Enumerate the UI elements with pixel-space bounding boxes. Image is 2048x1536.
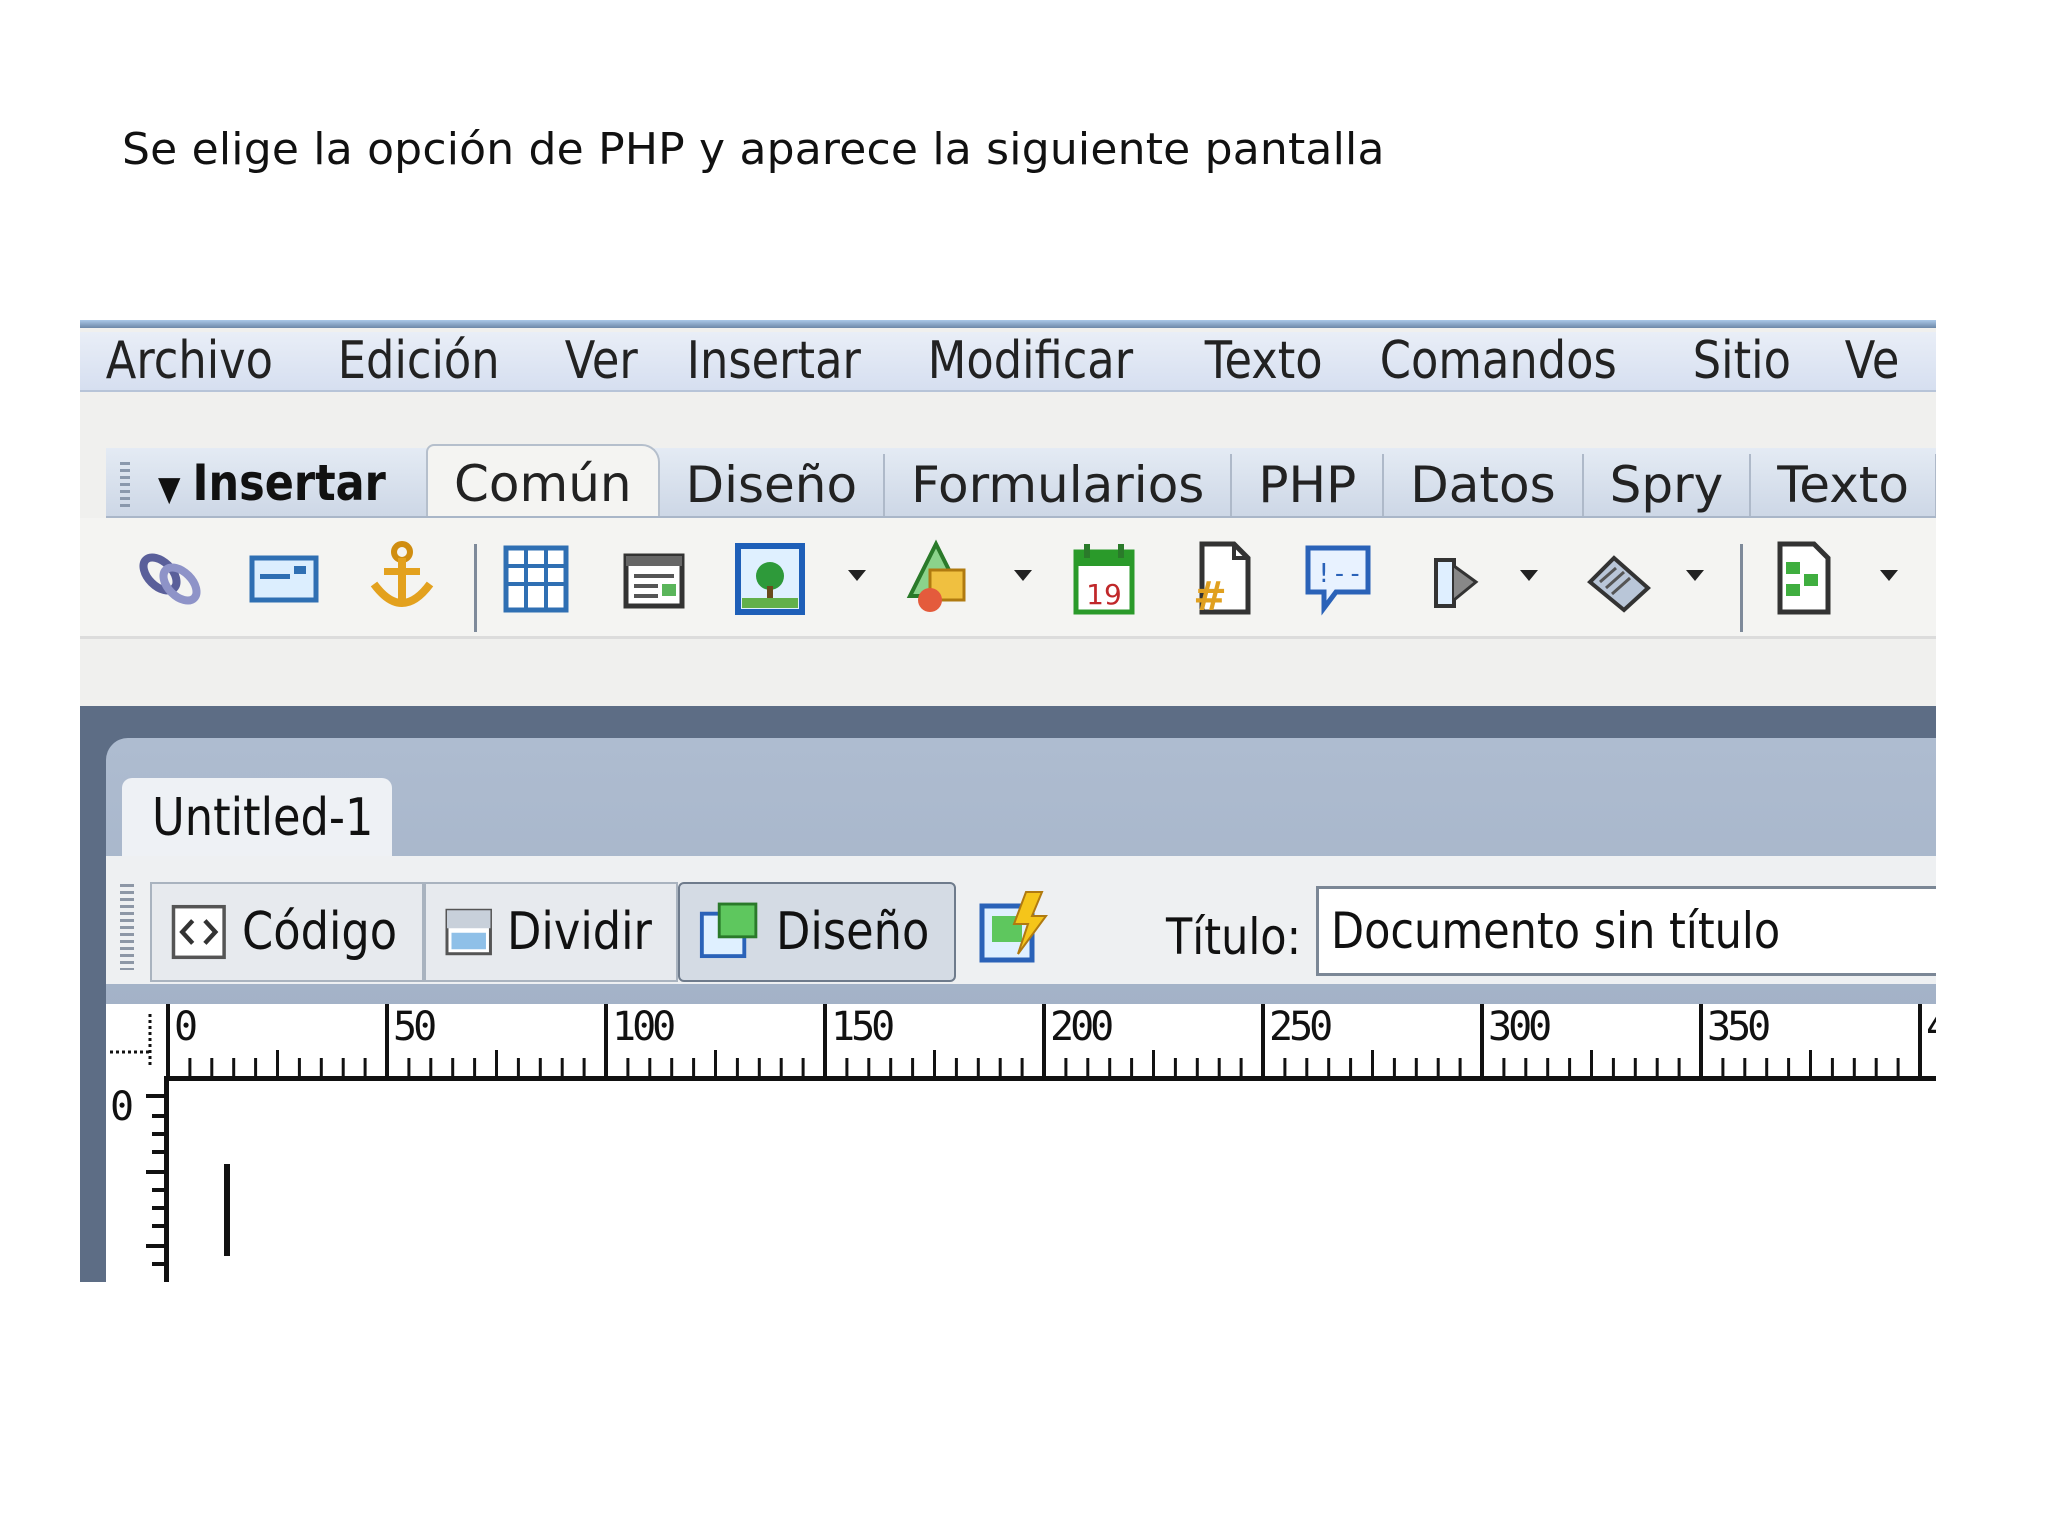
ruler-label: 0	[174, 1004, 198, 1050]
named-anchor-icon[interactable]	[366, 538, 438, 618]
text-cursor	[224, 1164, 230, 1256]
ruler-label: 350	[1707, 1004, 1771, 1050]
collapse-triangle-icon: ▼	[158, 469, 181, 509]
media-dropdown-arrow[interactable]	[1014, 570, 1032, 581]
menu-bar: Archivo Edición Ver Insertar Modificar T…	[80, 331, 1936, 392]
design-view-button[interactable]: Diseño	[678, 882, 956, 982]
insert-tabs: Común Diseño Formularios PHP Datos Spry …	[426, 444, 1936, 516]
head-icon[interactable]	[1418, 538, 1490, 618]
code-view-icon	[171, 904, 226, 960]
slide-caption: Se elige la opción de PHP y aparece la s…	[122, 124, 1385, 175]
hyperlink-icon[interactable]	[134, 538, 206, 618]
insert-div-icon[interactable]	[618, 538, 690, 618]
vertical-ruler-label: 0	[110, 1084, 134, 1130]
menu-sitio[interactable]: Sitio	[1667, 331, 1817, 391]
insert-icon-row: 19 # !--	[80, 518, 1936, 639]
dreamweaver-screenshot: Archivo Edición Ver Insertar Modificar T…	[80, 320, 1936, 1282]
code-view-button[interactable]: Código	[150, 882, 424, 982]
server-side-include-icon[interactable]: #	[1184, 538, 1256, 618]
menu-edicion[interactable]: Edición	[312, 331, 525, 391]
tab-php[interactable]: PHP	[1232, 454, 1385, 516]
document-toolbar: Código Dividir Diseño Título: Documento …	[106, 856, 1936, 984]
panel-grip-handle[interactable]	[120, 462, 130, 508]
tab-diseno[interactable]: Diseño	[660, 454, 886, 516]
split-view-button[interactable]: Dividir	[424, 882, 678, 982]
table-icon[interactable]	[500, 538, 572, 618]
document-tab[interactable]: Untitled-1	[122, 778, 392, 858]
ruler-label: 100	[612, 1004, 676, 1050]
ruler-label: 50	[393, 1004, 437, 1050]
ruler-label: 300	[1488, 1004, 1552, 1050]
script-icon[interactable]	[1582, 538, 1654, 618]
menu-insertar[interactable]: Insertar	[661, 331, 887, 391]
image-icon[interactable]	[734, 538, 806, 618]
date-icon[interactable]: 19	[1068, 538, 1140, 618]
vertical-ruler: 0	[106, 1076, 169, 1282]
insert-panel-title: Insertar	[192, 454, 386, 512]
tab-texto[interactable]: Texto	[1751, 454, 1936, 516]
horizontal-ruler: 0 50 100 150 200 250 300 350 4	[166, 1004, 1936, 1081]
menu-modificar[interactable]: Modificar	[902, 331, 1159, 391]
menu-comandos[interactable]: Comandos	[1354, 331, 1643, 391]
script-dropdown-arrow[interactable]	[1686, 570, 1704, 581]
menu-texto[interactable]: Texto	[1179, 331, 1348, 391]
media-icon[interactable]	[900, 538, 972, 618]
toolbar-grip-handle[interactable]	[120, 884, 134, 970]
ruler-label: 4	[1926, 1004, 1936, 1050]
ruler-label: 200	[1050, 1004, 1114, 1050]
split-view-icon	[445, 908, 492, 956]
ruler-label: 150	[831, 1004, 895, 1050]
live-view-icon[interactable]	[978, 888, 1050, 968]
tab-datos[interactable]: Datos	[1384, 454, 1584, 516]
menu-ver[interactable]: Ver	[539, 331, 664, 391]
svg-text:!--: !--	[1316, 559, 1363, 589]
document-title-input[interactable]: Documento sin título	[1316, 886, 1936, 976]
insert-panel-toggle[interactable]: ▼ Insertar	[158, 454, 386, 512]
design-canvas[interactable]: 0 50 100 150 200 250 300 350 4 0	[106, 1004, 1936, 1282]
tab-formularios[interactable]: Formularios	[885, 454, 1233, 516]
head-dropdown-arrow[interactable]	[1520, 570, 1538, 581]
toolbar-separator-2	[1740, 544, 1743, 632]
ruler-label: 250	[1269, 1004, 1333, 1050]
window-top-edge	[80, 320, 1936, 328]
design-view-icon	[699, 902, 758, 959]
tab-comun[interactable]: Común	[426, 444, 660, 516]
menu-archivo[interactable]: Archivo	[80, 331, 299, 391]
menu-ventana[interactable]: Ve	[1819, 331, 1925, 391]
templates-dropdown-arrow[interactable]	[1880, 570, 1898, 581]
ruler-origin-corner[interactable]	[106, 1004, 166, 1076]
svg-text:19: 19	[1086, 578, 1122, 611]
insert-panel-header: ▼ Insertar Común Diseño Formularios PHP D…	[106, 444, 1936, 518]
comment-icon[interactable]: !--	[1302, 538, 1374, 618]
image-dropdown-arrow[interactable]	[848, 570, 866, 581]
svg-text:#: #	[1193, 574, 1227, 618]
toolbar-separator	[474, 544, 477, 632]
tab-spry[interactable]: Spry	[1584, 454, 1752, 516]
email-link-icon[interactable]	[248, 538, 320, 618]
templates-icon[interactable]	[1768, 538, 1840, 618]
title-label: Título:	[1166, 908, 1302, 966]
